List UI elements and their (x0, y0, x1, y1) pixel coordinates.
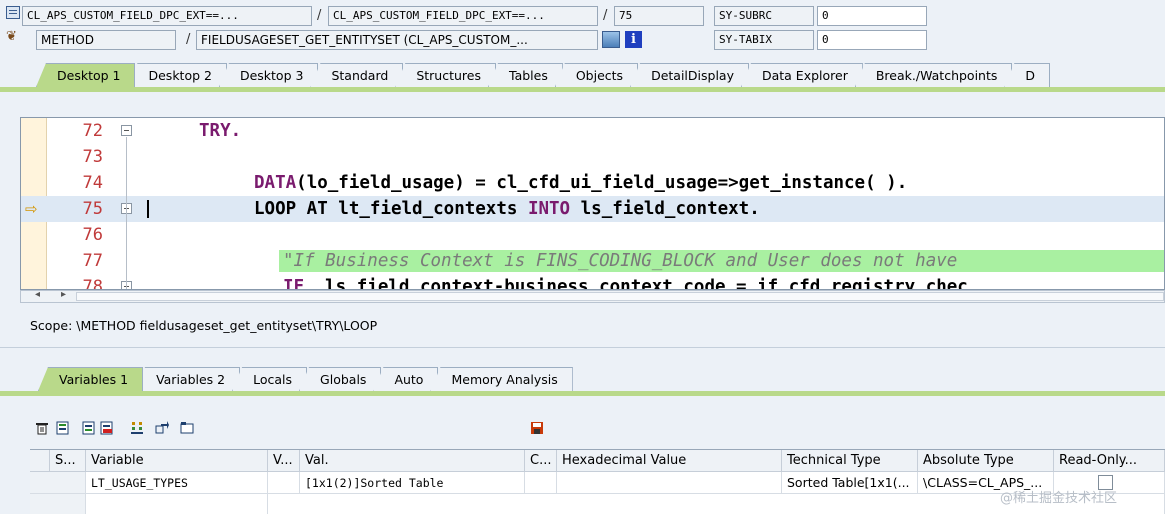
column-header-read-only[interactable]: Read-Only... (1054, 450, 1165, 472)
sysvar1-name-field[interactable]: SY-SUBRC (714, 6, 814, 26)
tab-data-explorer[interactable]: Data Explorer (740, 63, 863, 87)
code-keyword: INTO (527, 199, 571, 219)
code-text: (lo_field_usage) = cl_cfd_ui_field_usage… (296, 173, 908, 193)
info-icon[interactable]: i (625, 31, 642, 48)
line-number: 76 (82, 225, 103, 245)
column-header-v[interactable]: V... (268, 450, 300, 472)
scroll-left-icon[interactable]: ◂ (35, 289, 40, 300)
method-icon: ❦ (6, 29, 17, 44)
hierarchy-icon[interactable] (130, 421, 144, 435)
cell-value[interactable]: [1x1(2)]Sorted Table (300, 472, 525, 494)
tab-memory-analysis[interactable]: Memory Analysis (430, 367, 573, 391)
kind-field[interactable]: METHOD (36, 30, 176, 50)
tab-globals[interactable]: Globals (299, 367, 382, 391)
column-header-c[interactable]: C... (525, 450, 557, 472)
tab-desktop-2[interactable]: Desktop 2 (127, 63, 227, 87)
tab-breakpoints[interactable]: Break./Watchpoints (854, 63, 1013, 87)
folder-icon[interactable] (180, 421, 194, 435)
program-field[interactable]: CL_APS_CUSTOM_FIELD_DPC_EXT==... (22, 6, 312, 26)
separator-3: / (186, 32, 191, 47)
tab-variables-1[interactable]: Variables 1 (38, 367, 144, 391)
code-keyword: LOOP AT (254, 199, 328, 219)
scope-label: Scope: \METHOD fieldusageset_get_entitys… (30, 318, 378, 333)
include-field[interactable]: CL_APS_CUSTOM_FIELD_DPC_EXT==... (328, 6, 598, 26)
line-number: 74 (82, 173, 103, 193)
variables-grid: S... Variable V... Val. C... Hexadecimal… (30, 449, 1165, 514)
insert-row-icon[interactable] (56, 421, 70, 435)
line-number: 77 (82, 251, 103, 271)
watermark: @稀土掘金技术社区 (1000, 491, 1118, 506)
column-header-value[interactable]: Val. (300, 450, 525, 472)
line-number: 78 (82, 277, 103, 290)
column-header-status[interactable]: S... (50, 450, 86, 472)
source-code-icon[interactable] (602, 31, 620, 48)
source-editor[interactable]: 72 TRY. 73 74 DATA(lo_field_usage) = cl_… (20, 117, 1165, 290)
desktop-tab-band (0, 87, 1165, 92)
save-icon[interactable] (530, 421, 544, 435)
line-number: 73 (82, 147, 103, 167)
tab-objects[interactable]: Objects (554, 63, 639, 87)
code-text: ls_field_context-business_context_code =… (304, 277, 968, 290)
tab-standard[interactable]: Standard (310, 63, 404, 87)
row-selector-header[interactable] (30, 450, 50, 472)
code-text: lt_field_contexts (327, 199, 528, 219)
code-keyword: TRY. (199, 121, 242, 141)
append-row-icon[interactable] (82, 421, 96, 435)
cell-c[interactable] (525, 472, 557, 494)
sysvar1-value-field[interactable]: 0 (817, 6, 927, 26)
tab-auto[interactable]: Auto (373, 367, 439, 391)
tab-structures[interactable]: Structures (395, 63, 496, 87)
cell-v[interactable] (268, 472, 300, 494)
fold-toggle-icon[interactable] (121, 125, 132, 136)
tab-desktop-3[interactable]: Desktop 3 (218, 63, 319, 87)
variable-tab-band (0, 391, 1165, 396)
fold-guide (126, 137, 127, 289)
line-field[interactable]: 75 (614, 6, 704, 26)
tab-detaildisplay[interactable]: DetailDisplay (630, 63, 749, 87)
scroll-right-icon[interactable]: ▸ (61, 289, 66, 300)
event-field[interactable]: FIELDUSAGESET_GET_ENTITYSET (CL_APS_CUST… (196, 30, 598, 50)
column-header-absolute-type[interactable]: Absolute Type (918, 450, 1054, 472)
program-icon (6, 6, 20, 19)
row-selector[interactable] (30, 494, 86, 514)
variable-tabs: Variables 1 Variables 2 Locals Globals A… (38, 367, 573, 391)
code-text: ls_field_context. (570, 199, 760, 219)
delete-row-icon[interactable] (100, 421, 114, 435)
cell-variable-empty[interactable] (86, 494, 268, 514)
sysvar2-value-field[interactable]: 0 (817, 30, 927, 50)
column-header-variable[interactable]: Variable (86, 450, 268, 472)
tab-variables-2[interactable]: Variables 2 (135, 367, 241, 391)
scroll-thumb[interactable] (76, 292, 1164, 301)
cell-variable[interactable]: LT_USAGE_TYPES (86, 472, 268, 494)
current-line: ⇨ 75 LOOP AT lt_field_contexts INTO ls_f… (21, 196, 1164, 222)
tab-tables[interactable]: Tables (488, 63, 563, 87)
current-line-arrow-icon: ⇨ (25, 200, 38, 218)
row-selector[interactable] (30, 472, 86, 494)
code-keyword: DATA (254, 173, 297, 193)
separator-2: / (603, 8, 608, 23)
sysvar2-name-field[interactable]: SY-TABIX (714, 30, 814, 50)
navigate-icon[interactable] (155, 421, 169, 435)
delete-icon[interactable] (35, 421, 49, 435)
tab-desktop-1[interactable]: Desktop 1 (36, 63, 136, 87)
separator-1: / (317, 8, 322, 23)
cell-hex[interactable] (557, 472, 782, 494)
desktop-tabs: Desktop 1 Desktop 2 Desktop 3 Standard S… (36, 63, 1051, 87)
text-cursor (147, 200, 149, 218)
column-header-hex[interactable]: Hexadecimal Value (557, 450, 782, 472)
column-header-technical-type[interactable]: Technical Type (782, 450, 918, 472)
horizontal-scrollbar[interactable]: ◂ ▸ (20, 289, 1165, 303)
cell-technical-type[interactable]: Sorted Table[1x1(... (782, 472, 918, 494)
divider (0, 347, 1165, 348)
code-keyword: IF (283, 277, 305, 290)
code-comment: "If Business Context is FINS_CODING_BLOC… (283, 251, 958, 271)
line-number: 72 (82, 121, 103, 141)
line-number: 75 (82, 199, 103, 219)
tab-locals[interactable]: Locals (232, 367, 308, 391)
